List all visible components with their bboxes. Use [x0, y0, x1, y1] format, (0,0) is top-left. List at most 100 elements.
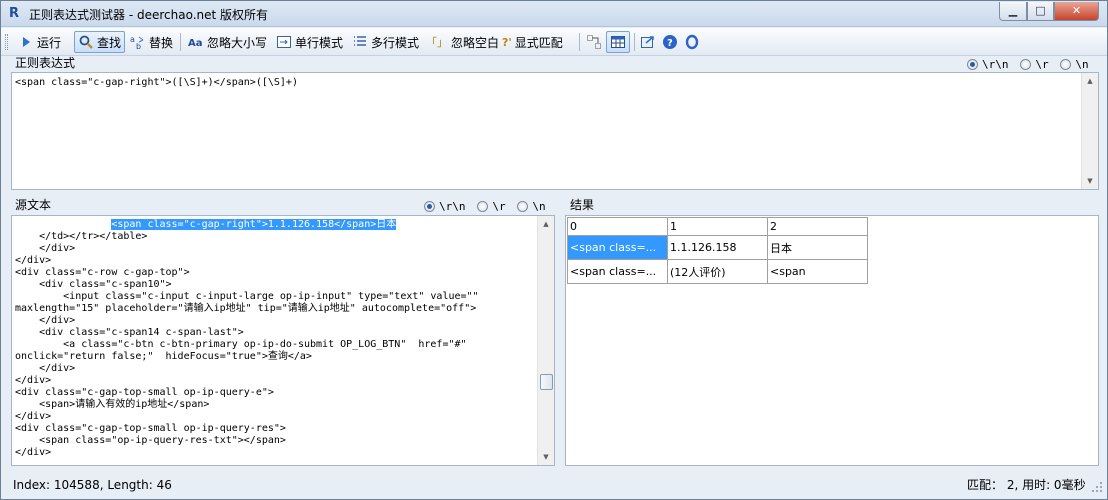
window-title: 正则表达式测试器 - deerchao.net 版权所有 [29, 8, 269, 22]
multi-line-toggle[interactable]: 多行模式 [349, 31, 422, 53]
table-view-button[interactable] [606, 31, 630, 53]
scroll-down-icon[interactable]: ▼ [1082, 173, 1098, 189]
scroll-up-icon[interactable]: ▲ [538, 216, 554, 232]
ignore-whitespace-label: 忽略空白 [451, 35, 500, 50]
explicit-capture-icon: ?' [502, 35, 512, 49]
radio-icon [477, 201, 489, 212]
single-line-toggle[interactable]: 单行模式 [273, 31, 346, 53]
source-newline-cr[interactable]: \r [477, 199, 506, 214]
about-button[interactable] [681, 31, 703, 53]
regex-newline-crlf[interactable]: \r\n [967, 57, 1009, 72]
whitespace-icon: 「」 [426, 36, 448, 49]
explicit-capture-label: 显式匹配 [514, 35, 563, 50]
source-line: </div> [15, 315, 76, 326]
match-summary-status: 匹配： 2, 用时: 0毫秒 [967, 478, 1086, 492]
multi-line-icon [354, 36, 366, 46]
regex-newline-cr[interactable]: \r [1020, 57, 1049, 72]
layout-icon [587, 35, 601, 49]
toolbar-separator [579, 33, 580, 51]
results-grid[interactable]: 0 1 2 <span class=... 1.1.126.158 日本 <sp… [565, 215, 1099, 466]
svg-text:a: a [130, 35, 135, 44]
source-textbox[interactable]: <span class="c-gap-right">1.1.126.158</s… [11, 215, 555, 466]
find-button[interactable]: 查找 [74, 31, 126, 53]
export-icon [641, 36, 654, 48]
radio-label: \r [1035, 58, 1049, 71]
ignore-case-toggle[interactable]: Aa 忽略大小写 [185, 31, 270, 53]
source-line: <div class="c-span14 c-span-last"> [15, 327, 244, 338]
radio-icon [967, 59, 978, 70]
source-line: </div> [15, 375, 52, 386]
export-button[interactable] [637, 31, 659, 53]
source-indent [15, 219, 111, 230]
run-label: 运行 [37, 35, 62, 50]
source-newline-crlf[interactable]: \r\n [424, 199, 466, 214]
column-header[interactable]: 1 [667, 217, 768, 236]
regex-newline-options: \r\n \r \n [959, 57, 1089, 72]
source-scrollbar[interactable]: ▲ ▼ [537, 216, 554, 465]
group-cell[interactable]: 日本 [767, 235, 868, 260]
toolbar: 运行 查找 ab 替换 Aa 忽略大小写 单行模式 多行模式 「」 忽略空白 ?… [1, 28, 1107, 56]
regex-label: 正则表达式 [15, 56, 76, 70]
source-label: 源文本 [15, 198, 52, 212]
column-header[interactable]: 0 [567, 217, 668, 236]
source-line: <div class="c-span10"> [15, 279, 172, 290]
case-icon: Aa [188, 38, 203, 49]
source-line: </div> [15, 255, 52, 266]
find-label: 查找 [97, 35, 122, 50]
regex-input[interactable]: <span class="c-gap-right">([\S]+)</span>… [11, 72, 1099, 190]
maximize-icon: □ [1035, 4, 1046, 17]
table-row[interactable]: <span class=... 1.1.126.158 日本 [567, 235, 868, 260]
source-line: </div> [15, 363, 76, 374]
maximize-button[interactable]: □ [1027, 2, 1054, 21]
source-line: onclick="return false;" hideFocus="true"… [15, 351, 312, 362]
regex-scrollbar[interactable]: ▲ ▼ [1081, 73, 1098, 189]
layout-button[interactable] [583, 31, 605, 53]
replace-button[interactable]: ab 替换 [127, 31, 176, 53]
resize-grip-icon[interactable] [1091, 481, 1103, 493]
help-button[interactable]: ? [659, 31, 681, 53]
regex-newline-lf[interactable]: \n [1060, 57, 1089, 72]
source-line: <div class="c-gap-top-small op-ip-query-… [15, 387, 274, 398]
minimize-button[interactable]: ▁ [999, 2, 1027, 21]
radio-icon [1020, 59, 1032, 70]
vertical-splitter[interactable] [558, 193, 563, 469]
ignore-whitespace-toggle[interactable]: 「」 忽略空白 [423, 31, 502, 53]
close-button[interactable]: ✕ [1054, 2, 1099, 21]
source-selection: <span class="c-gap-right">1.1.126.158</s… [111, 219, 397, 230]
multi-line-label: 多行模式 [371, 35, 420, 50]
scroll-up-icon[interactable]: ▲ [1082, 73, 1098, 89]
single-line-label: 单行模式 [295, 35, 344, 50]
table-icon [611, 36, 625, 48]
radio-label: \r\n [982, 58, 1009, 71]
radio-label: \n [1075, 58, 1089, 71]
explicit-capture-toggle[interactable]: ?' 显式匹配 [499, 31, 566, 53]
group-cell[interactable]: (12人评价) [667, 259, 768, 284]
svg-text:Aa: Aa [188, 38, 203, 49]
column-header[interactable]: 2 [767, 217, 868, 236]
regex-text[interactable]: <span class="c-gap-right">([\S]+)</span>… [15, 77, 298, 89]
source-text[interactable]: <span class="c-gap-right">1.1.126.158</s… [15, 219, 479, 459]
source-line: </div> [15, 411, 52, 422]
results-table: 0 1 2 <span class=... 1.1.126.158 日本 <sp… [567, 217, 868, 284]
svg-text:b: b [136, 42, 141, 50]
svg-text:?: ? [667, 38, 673, 49]
replace-icon: ab [130, 35, 144, 50]
match-cell[interactable]: <span class=... [567, 235, 668, 260]
match-cell[interactable]: <span class=... [567, 259, 668, 284]
group-cell[interactable]: 1.1.126.158 [667, 235, 768, 260]
source-line: </td></tr></table> [15, 231, 148, 242]
radio-icon [424, 201, 435, 212]
status-bar: Index: 104588, Length: 46 匹配： 2, 用时: 0毫秒 [1, 473, 1107, 499]
source-newline-lf[interactable]: \n [517, 199, 546, 214]
source-line: <span>请输入有效的ip地址</span> [15, 399, 210, 410]
source-line: <div class="c-gap-top-small op-ip-query-… [15, 423, 286, 434]
scroll-thumb[interactable] [540, 374, 553, 390]
minimize-icon: ▁ [1008, 4, 1018, 17]
radio-label: \r [492, 200, 506, 213]
run-button[interactable]: 运行 [15, 31, 64, 53]
scroll-down-icon[interactable]: ▼ [538, 449, 554, 465]
group-cell[interactable]: <span [767, 259, 868, 284]
toolbar-separator [634, 33, 635, 51]
source-line: <div class="c-row c-gap-top"> [15, 267, 190, 278]
table-row[interactable]: <span class=... (12人评价) <span [567, 259, 868, 284]
